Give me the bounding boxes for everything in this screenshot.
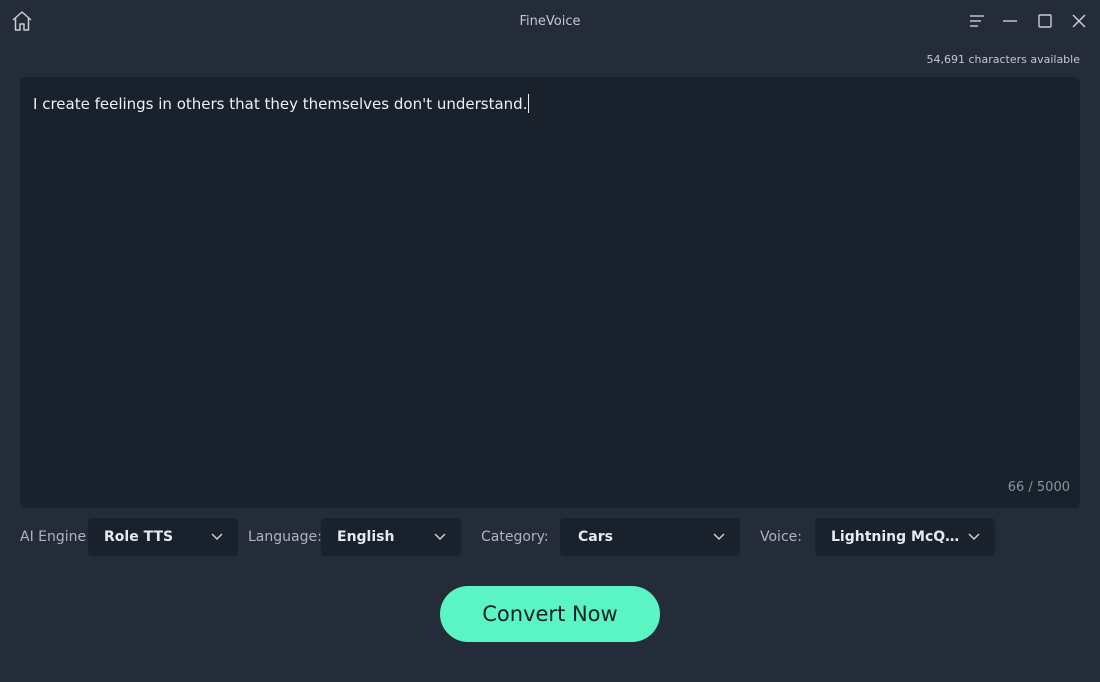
ai-engine-select[interactable]: Role TTS: [88, 518, 238, 556]
chevron-down-icon: [433, 531, 447, 543]
language-value: English: [337, 529, 395, 545]
editor-text[interactable]: I create feelings in others that they th…: [33, 95, 527, 113]
language-label: Language:: [248, 529, 322, 545]
convert-now-button[interactable]: Convert Now: [440, 586, 660, 642]
text-editor[interactable]: I create feelings in others that they th…: [20, 77, 1080, 508]
ai-engine-value: Role TTS: [104, 529, 174, 545]
app-title: FineVoice: [519, 14, 581, 29]
text-caret: [528, 94, 530, 113]
editor-text-line[interactable]: I create feelings in others that they th…: [33, 94, 530, 113]
chevron-down-icon: [210, 531, 224, 543]
language-select[interactable]: English: [321, 518, 461, 556]
close-icon[interactable]: [1070, 12, 1088, 30]
chevron-down-icon: [967, 531, 981, 543]
ai-engine-label: AI Engine: [20, 529, 87, 545]
voice-settings-bar: AI Engine Role TTS Language: English Cat…: [0, 518, 1100, 556]
voice-select[interactable]: Lightning McQuee...: [815, 518, 995, 556]
maximize-icon[interactable]: [1036, 12, 1054, 30]
chevron-down-icon: [712, 531, 726, 543]
minimize-icon[interactable]: [1001, 12, 1019, 30]
category-select[interactable]: Cars: [560, 518, 740, 556]
voice-value: Lightning McQuee...: [831, 529, 965, 545]
voice-label: Voice:: [760, 529, 802, 545]
character-count: 66 / 5000: [1007, 480, 1070, 495]
title-bar: FineVoice: [0, 0, 1100, 44]
menu-icon[interactable]: [968, 12, 986, 30]
category-value: Cars: [578, 529, 613, 545]
characters-available: 54,691 characters available: [926, 53, 1080, 66]
category-label: Category:: [481, 529, 549, 545]
